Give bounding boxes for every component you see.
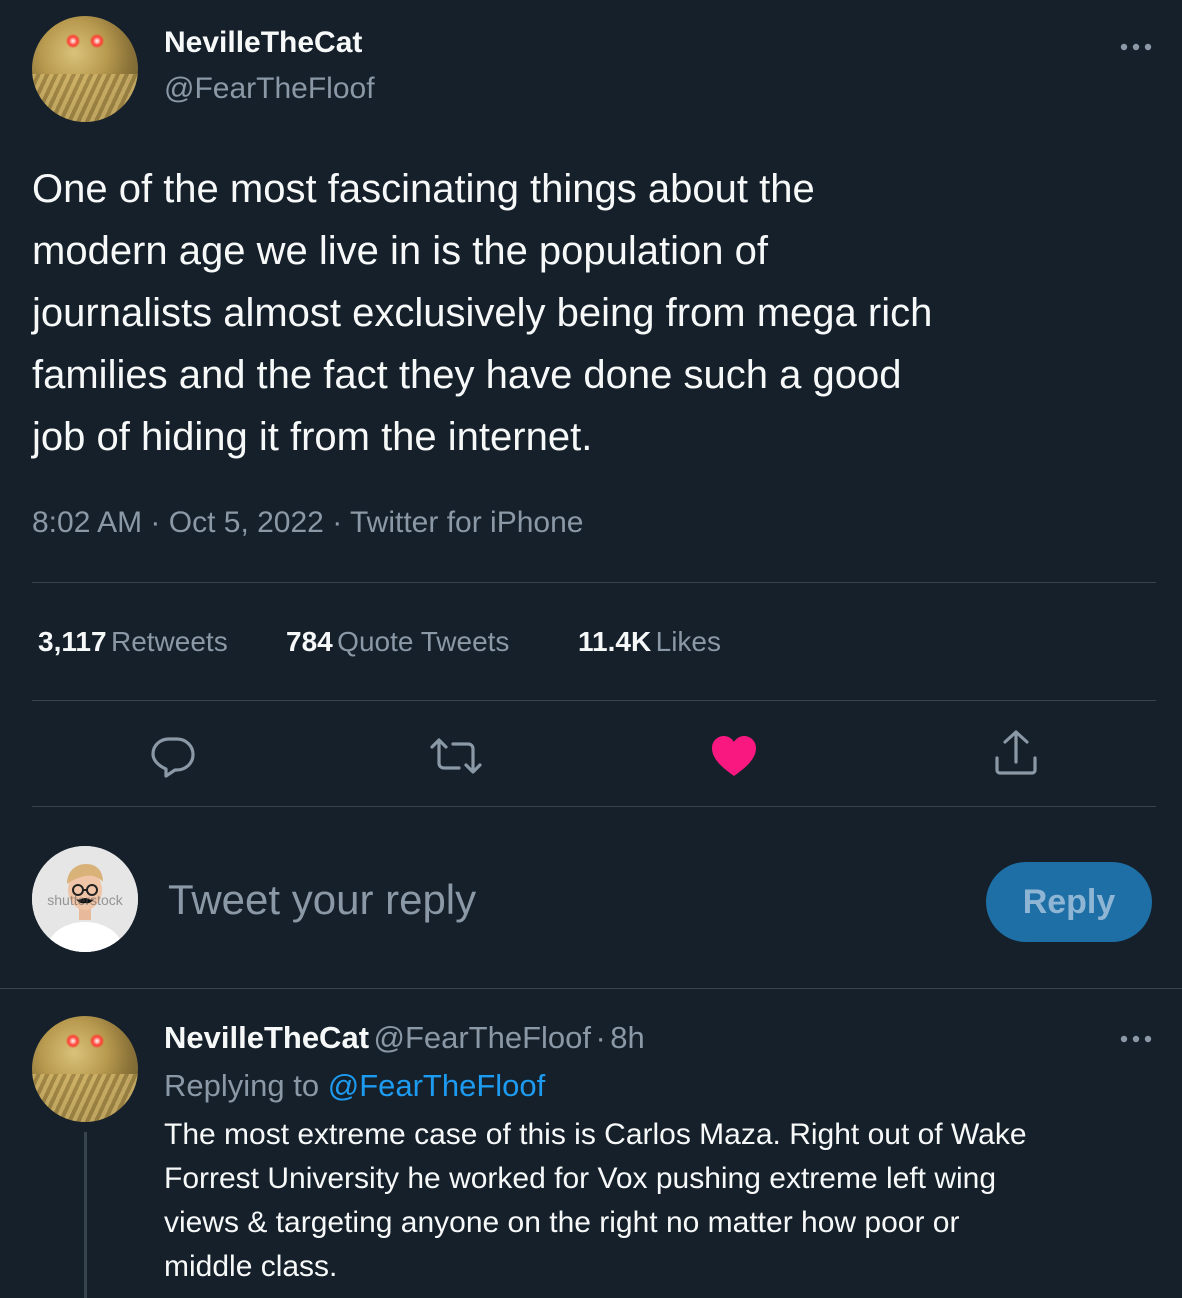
reply-age[interactable]: 8h (610, 1020, 644, 1055)
user-avatar[interactable]: shutterstock (32, 846, 138, 952)
tweet-text-line: modern age we live in is the population … (32, 229, 769, 273)
retweets-label: Retweets (110, 626, 228, 657)
tweet-text-line: journalists almost exclusively being fro… (32, 291, 933, 335)
divider (32, 806, 1156, 807)
avatar-glowing-eye (90, 34, 104, 48)
heart-filled-icon[interactable] (710, 734, 758, 778)
tweet-time[interactable]: 8:02 AM (32, 506, 142, 539)
replying-mention[interactable]: @FearTheFloof (328, 1068, 546, 1103)
stats-row: 3,117 Retweets (38, 626, 228, 658)
thread-line (84, 1132, 87, 1298)
avatar-fur (32, 74, 138, 122)
share-icon[interactable] (992, 728, 1040, 778)
tweet-date[interactable]: Oct 5, 2022 (169, 506, 324, 539)
quotes-label: Quote Tweets (337, 626, 510, 657)
avatar-watermark: shutterstock (47, 892, 123, 908)
reply-author-handle[interactable]: @FearTheFloof (373, 1020, 591, 1055)
replying-to: Replying to @FearTheFloof (164, 1068, 545, 1104)
tweet-metadata: 8:02 AM · Oct 5, 2022 · Twitter for iPho… (32, 506, 583, 540)
reply-input[interactable]: Tweet your reply (168, 876, 948, 924)
reply-author-name[interactable]: NevilleTheCat (164, 1020, 369, 1055)
tweet-text: One of the most fascinating things about… (32, 158, 1162, 468)
avatar-glowing-eye (66, 34, 80, 48)
retweet-icon[interactable] (428, 734, 484, 778)
author-avatar[interactable] (32, 16, 138, 122)
reply-text-line: The most extreme case of this is Carlos … (164, 1118, 1027, 1151)
likes-stat[interactable]: 11.4K Likes (578, 626, 721, 658)
likes-count: 11.4K (578, 626, 652, 657)
reply-button[interactable]: Reply (986, 862, 1152, 942)
retweets-count: 3,117 (38, 626, 107, 657)
separator: · (332, 506, 343, 539)
more-horizontal-icon[interactable] (1116, 40, 1156, 54)
reply-text-line: Forrest University he worked for Vox pus… (164, 1162, 997, 1195)
divider (0, 988, 1182, 989)
reply-text: The most extreme case of this is Carlos … (164, 1113, 1164, 1289)
avatar-glowing-eye (90, 1034, 104, 1048)
reply-text-line: middle class. (164, 1250, 338, 1283)
reply-text-line: views & targeting anyone on the right no… (164, 1206, 960, 1239)
more-horizontal-icon[interactable] (1116, 1032, 1156, 1046)
avatar-glowing-eye (66, 1034, 80, 1048)
retweets-stat[interactable]: 3,117 Retweets (38, 626, 228, 657)
tweet-text-line: families and the fact they have done suc… (32, 353, 902, 397)
author-name[interactable]: NevilleTheCat (164, 26, 362, 60)
likes-label: Likes (655, 626, 721, 657)
tweet-source[interactable]: Twitter for iPhone (350, 506, 583, 539)
avatar-fur (32, 1074, 138, 1122)
divider (32, 582, 1156, 583)
comment-icon[interactable] (150, 732, 196, 778)
reply-header: NevilleTheCat @FearTheFloof · 8h (164, 1020, 645, 1056)
tweet-text-line: job of hiding it from the internet. (32, 415, 593, 459)
replying-prefix: Replying to (164, 1068, 320, 1103)
tweet-text-line: One of the most fascinating things about… (32, 167, 815, 211)
separator: · (150, 506, 161, 539)
quotes-count: 784 (286, 626, 333, 657)
separator: · (595, 1020, 606, 1055)
reply-author-avatar[interactable] (32, 1016, 138, 1122)
divider (32, 700, 1156, 701)
author-handle[interactable]: @FearTheFloof (164, 72, 375, 106)
quotes-stat[interactable]: 784 Quote Tweets (286, 626, 509, 658)
